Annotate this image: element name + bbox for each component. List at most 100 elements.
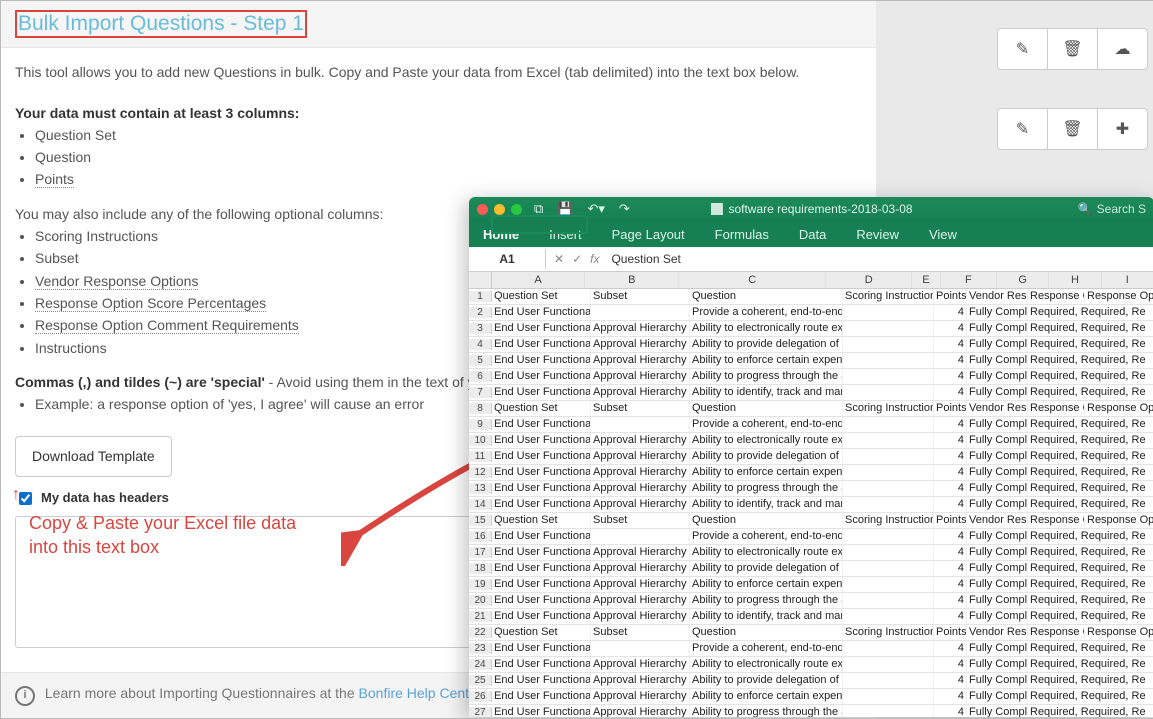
cell[interactable]: Approval Hierarchy — [591, 545, 690, 560]
cell[interactable]: Ability to progress through the approval… — [690, 369, 843, 384]
row-number[interactable]: 17 — [469, 547, 492, 558]
table-row[interactable]: 17 End User FunctionalApproval Hierarchy… — [469, 545, 1153, 561]
cell[interactable]: Required, Required, Re — [1028, 609, 1153, 624]
table-row[interactable]: 18 End User FunctionalApproval Hierarchy… — [469, 561, 1153, 577]
cell[interactable]: Question — [690, 625, 843, 640]
cell[interactable]: Required, Required, Re — [1028, 561, 1153, 576]
cell[interactable]: Approval Hierarchy — [591, 385, 690, 400]
cell[interactable]: Vendor Res — [967, 625, 1028, 640]
cell[interactable]: Response O — [1028, 513, 1085, 528]
row-number[interactable]: 19 — [469, 579, 492, 590]
cell[interactable]: Required, Required, Re — [1028, 529, 1153, 544]
cell[interactable]: Approval Hierarchy — [591, 433, 690, 448]
cell[interactable]: Ability to electronically route expense … — [690, 657, 843, 672]
cell[interactable]: Approval Hierarchy — [591, 481, 690, 496]
cell[interactable]: Points — [934, 625, 967, 640]
cell[interactable]: 4 — [934, 705, 967, 717]
row-number[interactable]: 18 — [469, 563, 492, 574]
cell[interactable]: Approval Hierarchy — [591, 561, 690, 576]
cell[interactable]: Approval Hierarchy — [591, 593, 690, 608]
home-icon[interactable]: ⧉ — [534, 201, 543, 217]
cell[interactable]: Subset — [591, 401, 690, 416]
table-row[interactable]: 16 End User FunctionalityProvide a coher… — [469, 529, 1153, 545]
cell[interactable]: Ability to progress through the approval… — [690, 705, 843, 717]
cell[interactable] — [843, 321, 934, 336]
select-all-corner[interactable] — [469, 272, 492, 288]
col-header[interactable]: C — [679, 272, 826, 288]
table-row[interactable]: 2 End User FunctionalityProvide a cohere… — [469, 305, 1153, 321]
cell[interactable]: Fully Compliant, Partial — [967, 577, 1028, 592]
cell[interactable]: 4 — [934, 657, 967, 672]
col-header[interactable]: F — [941, 272, 997, 288]
cell[interactable] — [843, 417, 934, 432]
cell[interactable]: Required, Required, Re — [1028, 705, 1153, 717]
cell[interactable]: Required, Required, Re — [1028, 497, 1153, 512]
upload-button[interactable]: ☁ — [1097, 29, 1147, 69]
cell[interactable] — [843, 337, 934, 352]
cell[interactable]: Required, Required, Re — [1028, 545, 1153, 560]
row-number[interactable]: 15 — [469, 515, 492, 526]
cell[interactable]: Fully Compliant, Partial — [967, 353, 1028, 368]
cell[interactable]: Scoring Instructions — [843, 401, 934, 416]
cell[interactable]: Ability to enforce certain expense items… — [690, 577, 843, 592]
help-center-link[interactable]: Bonfire Help Center — [359, 685, 482, 701]
cell[interactable]: 4 — [934, 577, 967, 592]
cell[interactable]: Ability to identify, track and manage pr… — [690, 497, 843, 512]
row-number[interactable]: 12 — [469, 467, 492, 478]
cell[interactable]: Required, Required, Re — [1028, 657, 1153, 672]
cell[interactable] — [843, 305, 934, 320]
cell[interactable] — [843, 529, 934, 544]
cell[interactable]: End User Functional — [492, 689, 591, 704]
row-number[interactable]: 26 — [469, 691, 492, 702]
cell[interactable]: 4 — [934, 673, 967, 688]
cell[interactable]: End User Functionality — [492, 305, 591, 320]
cell[interactable]: Approval Hierarchy — [591, 337, 690, 352]
row-number[interactable]: 23 — [469, 643, 492, 654]
row-number[interactable]: 16 — [469, 531, 492, 542]
cell[interactable]: End User Functional — [492, 609, 591, 624]
cell[interactable]: 4 — [934, 465, 967, 480]
download-template-button[interactable]: Download Template — [15, 436, 172, 476]
cell[interactable]: Required, Required, Re — [1028, 433, 1153, 448]
table-row[interactable]: 27 End User FunctionalApproval Hierarchy… — [469, 705, 1153, 717]
cell[interactable]: Required, Required, Re — [1028, 465, 1153, 480]
cell[interactable] — [843, 369, 934, 384]
table-row[interactable]: 24 End User FunctionalApproval Hierarchy… — [469, 657, 1153, 673]
cell[interactable]: Required, Required, Re — [1028, 577, 1153, 592]
cell[interactable]: 4 — [934, 449, 967, 464]
cell[interactable]: Required, Required, Re — [1028, 641, 1153, 656]
cell[interactable]: Approval Hierarchy — [591, 577, 690, 592]
cell[interactable]: 4 — [934, 385, 967, 400]
cell[interactable]: 4 — [934, 481, 967, 496]
cell[interactable] — [591, 417, 690, 432]
edit-button[interactable]: ✎ — [998, 29, 1047, 69]
cell[interactable]: Ability to enforce certain expense items… — [690, 353, 843, 368]
maximize-icon[interactable] — [511, 204, 522, 215]
cell[interactable]: Required, Required, Re — [1028, 337, 1153, 352]
col-header[interactable]: I — [1102, 272, 1153, 288]
cell[interactable]: Fully Compliant, Partial — [967, 657, 1028, 672]
cell[interactable]: Response Option Comm — [1085, 513, 1153, 528]
cell[interactable]: End User Functional — [492, 497, 591, 512]
cell[interactable]: Question Set — [492, 513, 591, 528]
cell[interactable] — [843, 673, 934, 688]
cell[interactable]: End User Functional — [492, 337, 591, 352]
cell[interactable]: End User Functional — [492, 353, 591, 368]
tooltip-term[interactable]: Response Option Score Percentages — [35, 295, 266, 312]
cell[interactable]: Required, Required, Re — [1028, 369, 1153, 384]
cell[interactable]: Fully Compliant, Partial — [967, 529, 1028, 544]
cell[interactable]: Fully Compliant, Partial — [967, 417, 1028, 432]
cell[interactable] — [843, 561, 934, 576]
cell[interactable]: End User Functional — [492, 561, 591, 576]
cell[interactable] — [843, 449, 934, 464]
row-number[interactable]: 20 — [469, 595, 492, 606]
cell[interactable]: End User Functional — [492, 321, 591, 336]
cell[interactable]: Provide a coherent, end-to-end, automate… — [690, 305, 843, 320]
col-header[interactable]: A — [492, 272, 586, 288]
row-number[interactable]: 7 — [469, 387, 492, 398]
col-header[interactable]: H — [1049, 272, 1101, 288]
table-row[interactable]: 1 Question SetSubsetQuestionScoring Inst… — [469, 289, 1153, 305]
table-row[interactable]: 4 End User FunctionalApproval HierarchyA… — [469, 337, 1153, 353]
row-number[interactable]: 22 — [469, 627, 492, 638]
cell[interactable] — [843, 593, 934, 608]
